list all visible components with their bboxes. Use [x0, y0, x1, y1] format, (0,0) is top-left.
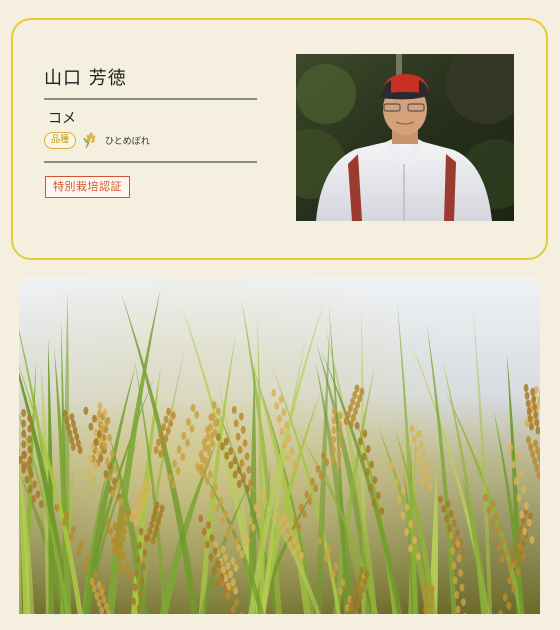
divider-top — [44, 98, 257, 100]
producer-name: 山口 芳徳 — [44, 68, 127, 89]
variety-badge: 品種 — [44, 131, 77, 149]
rice-field-photo — [19, 277, 540, 614]
producer-photo — [296, 54, 514, 221]
variety-name: ひとめぼれ — [105, 136, 150, 147]
certification-badge: 特別栽培認証 — [45, 176, 130, 198]
producer-card: 山口 芳徳 コメ 品種 ひとめぼれ 特別栽培認証 — [11, 18, 548, 260]
divider-bottom — [44, 161, 257, 163]
rice-stalk-icon — [82, 131, 100, 149]
variety-row: 品種 ひとめぼれ — [44, 131, 150, 149]
crop-name: コメ — [48, 111, 76, 127]
